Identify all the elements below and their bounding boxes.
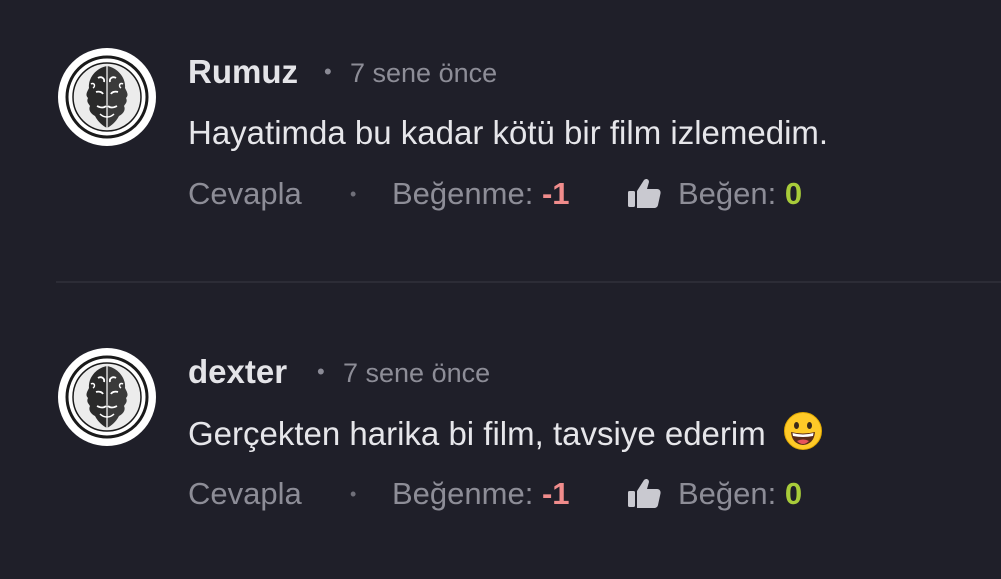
like-count: 0 bbox=[784, 176, 803, 211]
action-separator: • bbox=[350, 484, 357, 504]
comment-author[interactable]: dexter bbox=[188, 352, 287, 392]
dislike-count: -1 bbox=[541, 176, 570, 211]
like-button[interactable]: Beğen: 0 bbox=[678, 172, 802, 216]
thumbs-up-icon[interactable] bbox=[626, 176, 662, 212]
comment-text: Gerçekten harika bi film, tavsiye ederim bbox=[188, 411, 823, 456]
grinning-face-emoji-icon bbox=[783, 412, 822, 450]
like-button[interactable]: Beğen: 0 bbox=[678, 472, 802, 516]
like-count: 0 bbox=[784, 476, 803, 511]
like-label: Beğen: bbox=[678, 476, 777, 511]
meta-separator: • bbox=[324, 59, 332, 84]
comment-author[interactable]: Rumuz bbox=[188, 52, 298, 92]
comment-item: Rumuz • 7 sene önce Hayatimda bu kadar k… bbox=[0, 0, 1001, 211]
reply-button[interactable]: Cevapla bbox=[188, 472, 302, 516]
avatar[interactable] bbox=[58, 48, 156, 146]
dislike-button[interactable]: Beğenme: -1 bbox=[392, 172, 570, 216]
like-label: Beğen: bbox=[678, 176, 777, 211]
comment-text-content: Gerçekten harika bi film, tavsiye ederim bbox=[188, 415, 766, 452]
action-separator: • bbox=[350, 184, 357, 204]
comment-timestamp[interactable]: 7 sene önce bbox=[350, 54, 497, 92]
comment-text-content: Hayatimda bu kadar kötü bir film izlemed… bbox=[188, 114, 829, 151]
dislike-label: Beğenme: bbox=[392, 476, 534, 511]
comment-list: Rumuz • 7 sene önce Hayatimda bu kadar k… bbox=[0, 0, 1001, 579]
comment-item: dexter • 7 sene önce Gerçekten harika bi… bbox=[0, 300, 1001, 511]
reply-button[interactable]: Cevapla bbox=[188, 172, 302, 216]
meta-separator: • bbox=[317, 359, 325, 384]
comment-divider bbox=[56, 281, 1001, 283]
dislike-button[interactable]: Beğenme: -1 bbox=[392, 472, 570, 516]
thumbs-up-icon[interactable] bbox=[626, 476, 662, 512]
avatar[interactable] bbox=[58, 348, 156, 446]
janus-coin-avatar-icon bbox=[61, 351, 153, 443]
comment-text: Hayatimda bu kadar kötü bir film izlemed… bbox=[188, 111, 828, 155]
comment-timestamp[interactable]: 7 sene önce bbox=[343, 354, 490, 392]
janus-coin-avatar-icon bbox=[61, 51, 153, 143]
dislike-count: -1 bbox=[541, 476, 570, 511]
dislike-label: Beğenme: bbox=[392, 176, 534, 211]
